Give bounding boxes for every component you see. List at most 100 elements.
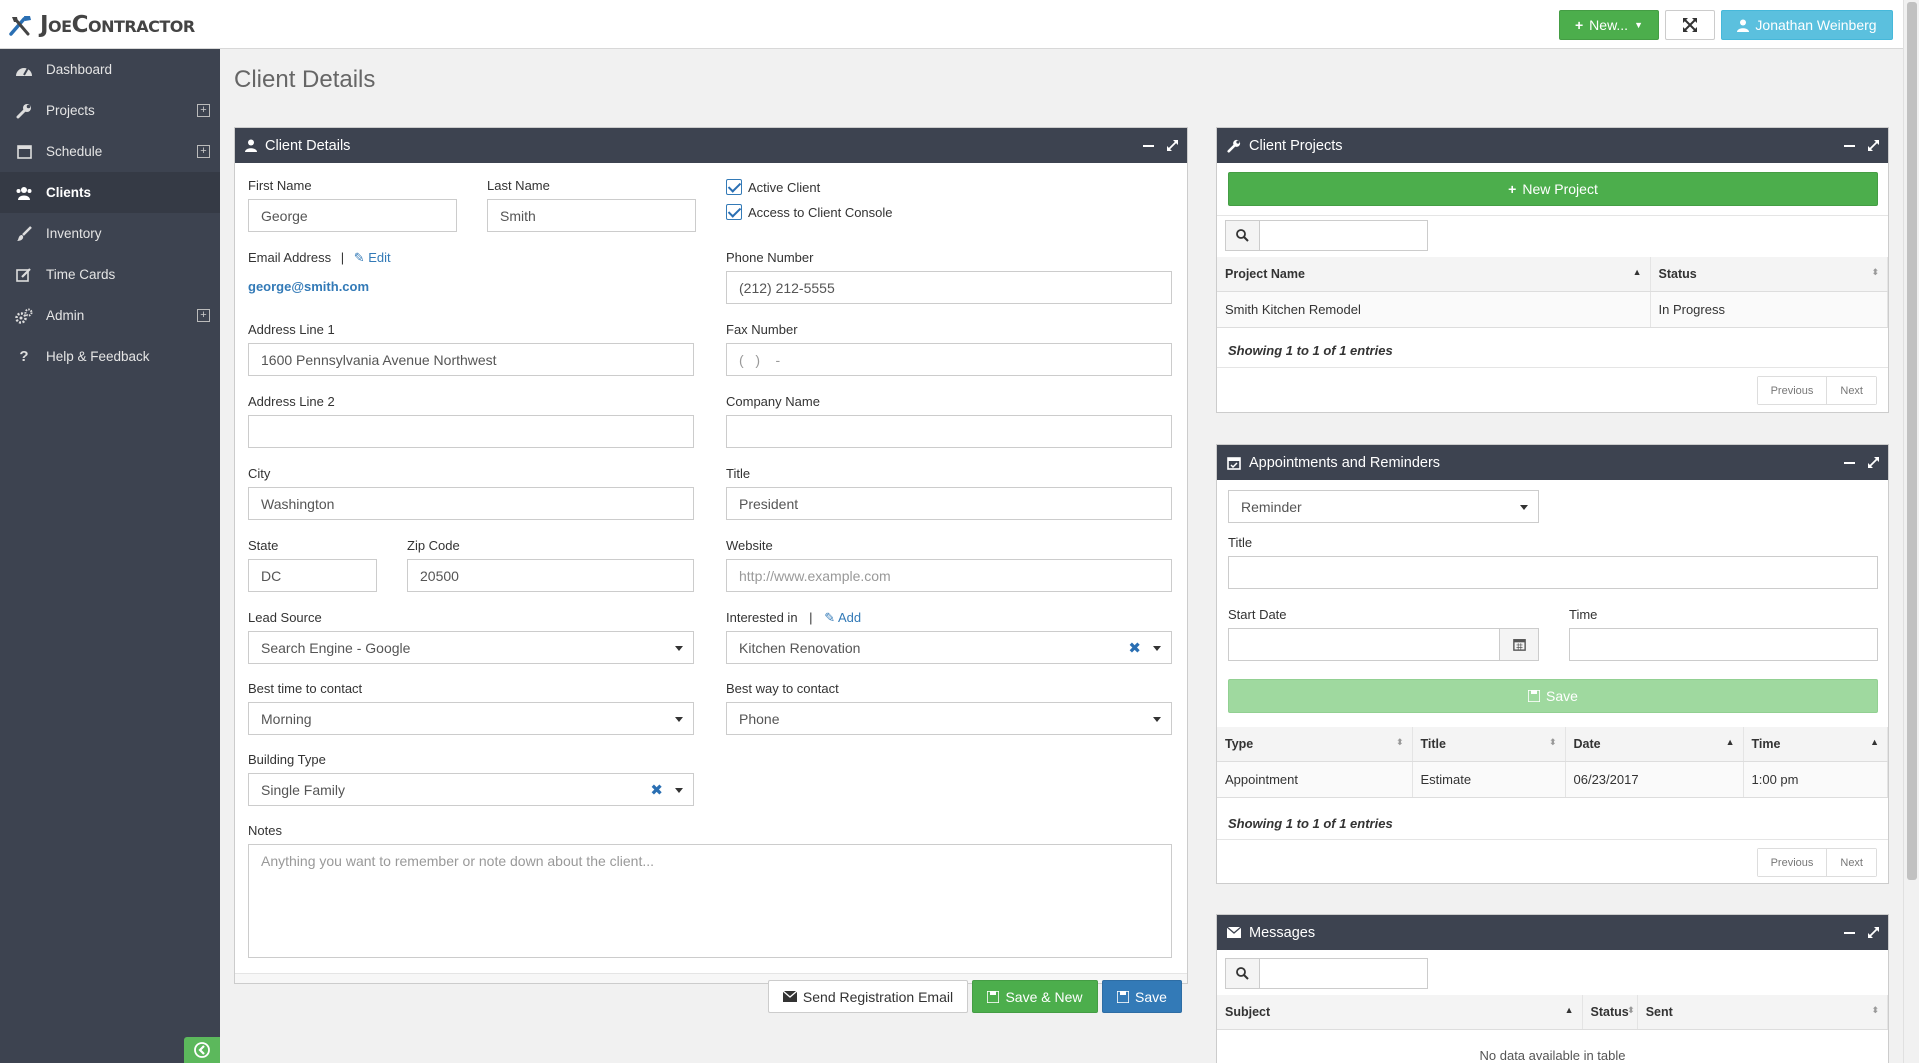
interested-select[interactable]: Kitchen Renovation ✖	[726, 631, 1172, 664]
previous-button[interactable]: Previous	[1757, 377, 1827, 404]
column-header-date[interactable]: Date ▲	[1565, 727, 1744, 762]
appointments-panel: Appointments and Reminders Reminder Titl…	[1216, 444, 1889, 884]
phone-input[interactable]: (212) 212-5555	[726, 271, 1172, 304]
dashboard-icon	[14, 60, 34, 80]
sidebar-item-schedule[interactable]: Schedule +	[0, 131, 220, 172]
send-registration-email-button[interactable]: Send Registration Email	[768, 980, 968, 1013]
first-name-input[interactable]: George	[248, 199, 457, 232]
best-time-select[interactable]: Morning	[248, 702, 694, 735]
sidebar-item-projects[interactable]: Projects +	[0, 90, 220, 131]
edit-email-link[interactable]: ✎ Edit	[354, 250, 391, 265]
expand-schedule-icon[interactable]: +	[197, 145, 210, 158]
maximize-icon[interactable]	[1867, 139, 1880, 152]
column-header-status[interactable]: Status ⬍	[1582, 995, 1638, 1030]
column-header-status[interactable]: Status ⬍	[1650, 257, 1888, 292]
sidebar-collapse-button[interactable]	[184, 1037, 220, 1063]
save-and-new-button[interactable]: Save & New	[972, 980, 1098, 1013]
appointment-title-input[interactable]	[1228, 556, 1878, 589]
notes-textarea[interactable]: Anything you want to remember or note do…	[248, 844, 1172, 958]
start-date-input[interactable]	[1228, 628, 1500, 661]
active-client-option[interactable]: Active Client	[726, 179, 820, 195]
message-search[interactable]	[1225, 958, 1428, 989]
email-value-link[interactable]: george@smith.com	[248, 279, 369, 294]
app-logo[interactable]: JoeContractor	[8, 12, 195, 38]
address2-input[interactable]	[248, 415, 694, 448]
console-access-checkbox[interactable]	[726, 204, 742, 220]
building-type-select[interactable]: Single Family ✖	[248, 773, 694, 806]
add-interest-link[interactable]: ✎ Add	[824, 610, 861, 625]
plus-icon: +	[1508, 181, 1517, 197]
fax-input[interactable]: ( ) -	[726, 343, 1172, 376]
city-label: City	[248, 466, 271, 481]
caret-down-icon	[675, 788, 683, 793]
best-way-select[interactable]: Phone	[726, 702, 1172, 735]
address1-input[interactable]: 1600 Pennsylvania Avenue Northwest	[248, 343, 694, 376]
fullscreen-button[interactable]	[1665, 10, 1715, 40]
messages-panel: Messages Subject ▲ Status ⬍ Sent ⬍ No data …	[1216, 914, 1889, 1063]
website-input[interactable]: http://www.example.com	[726, 559, 1172, 592]
website-label: Website	[726, 538, 773, 553]
sidebar-item-time-cards[interactable]: Time Cards	[0, 254, 220, 295]
active-client-checkbox[interactable]	[726, 179, 742, 195]
time-label: Time	[1569, 607, 1598, 622]
client-details-panel: Client Details First Name George Last Na…	[234, 127, 1188, 984]
expand-projects-icon[interactable]: +	[197, 104, 210, 117]
column-header-title[interactable]: Title ⬍	[1412, 727, 1566, 762]
minimize-icon[interactable]	[1844, 144, 1855, 147]
previous-button[interactable]: Previous	[1757, 849, 1827, 876]
expand-admin-icon[interactable]: +	[197, 309, 210, 322]
sort-asc-icon: ▲	[1632, 267, 1642, 277]
console-access-option[interactable]: Access to Client Console	[726, 204, 893, 220]
user-menu-button[interactable]: Jonathan Weinberg	[1721, 10, 1893, 40]
next-button[interactable]: Next	[1826, 377, 1876, 404]
zip-input[interactable]: 20500	[407, 559, 694, 592]
divider	[1217, 839, 1888, 840]
appointment-type-select[interactable]: Reminder	[1228, 490, 1539, 523]
lead-source-label: Lead Source	[248, 610, 322, 625]
new-dropdown-button[interactable]: + New... ▼	[1559, 10, 1659, 40]
state-input[interactable]: DC	[248, 559, 377, 592]
minimize-icon[interactable]	[1143, 144, 1154, 147]
sidebar-item-help[interactable]: ? Help & Feedback	[0, 336, 220, 377]
sidebar-item-clients[interactable]: Clients	[0, 172, 220, 213]
edit-icon: ✎	[824, 610, 836, 625]
column-header-sent[interactable]: Sent ⬍	[1637, 995, 1889, 1030]
save-appointment-button[interactable]: Save	[1228, 679, 1878, 713]
maximize-icon[interactable]	[1166, 139, 1179, 152]
column-header-time[interactable]: Time ▲	[1743, 727, 1888, 762]
save-button[interactable]: Save	[1102, 980, 1182, 1013]
search-input[interactable]	[1260, 221, 1427, 250]
start-date-label: Start Date	[1228, 607, 1287, 622]
clear-icon[interactable]: ✖	[650, 781, 663, 799]
table-row[interactable]: Smith Kitchen Remodel In Progress	[1217, 291, 1888, 328]
sidebar-item-dashboard[interactable]: Dashboard	[0, 49, 220, 90]
page-scrollbar[interactable]	[1903, 0, 1919, 1063]
scrollbar-thumb[interactable]	[1907, 2, 1917, 880]
new-project-button[interactable]: + New Project	[1228, 172, 1878, 206]
lead-source-select[interactable]: Search Engine - Google	[248, 631, 694, 664]
appointments-table: Type ⬍ Title ⬍ Date ▲ Time ▲ Appointment Est…	[1217, 727, 1888, 798]
next-button[interactable]: Next	[1826, 849, 1876, 876]
sidebar-item-admin[interactable]: Admin +	[0, 295, 220, 336]
search-input[interactable]	[1260, 959, 1427, 988]
envelope-icon	[782, 991, 797, 1002]
sort-icon: ⬍	[1871, 1005, 1879, 1015]
project-search[interactable]	[1225, 220, 1428, 251]
maximize-icon[interactable]	[1867, 456, 1880, 469]
company-input[interactable]	[726, 415, 1172, 448]
column-header-type[interactable]: Type ⬍	[1217, 727, 1413, 762]
column-header-subject[interactable]: Subject ▲	[1217, 995, 1583, 1030]
time-input[interactable]	[1569, 628, 1878, 661]
minimize-icon[interactable]	[1844, 461, 1855, 464]
title-input[interactable]: President	[726, 487, 1172, 520]
city-input[interactable]: Washington	[248, 487, 694, 520]
date-picker-button[interactable]	[1499, 628, 1539, 661]
divider	[1217, 367, 1888, 368]
clear-icon[interactable]: ✖	[1128, 639, 1141, 657]
last-name-input[interactable]: Smith	[487, 199, 696, 232]
minimize-icon[interactable]	[1844, 931, 1855, 934]
maximize-icon[interactable]	[1867, 926, 1880, 939]
table-row[interactable]: Appointment Estimate 06/23/2017 1:00 pm	[1217, 761, 1888, 798]
column-header-project-name[interactable]: Project Name ▲	[1217, 257, 1651, 292]
sidebar-item-inventory[interactable]: Inventory	[0, 213, 220, 254]
